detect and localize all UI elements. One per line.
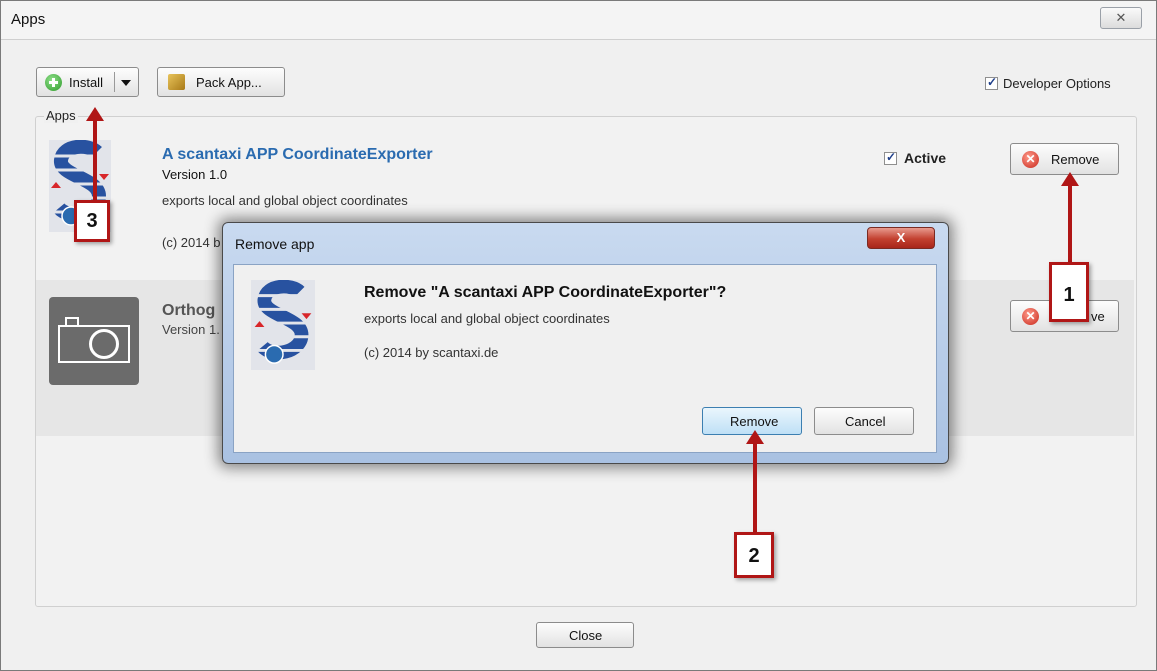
close-label: Close	[569, 628, 603, 643]
pack-app-button[interactable]: Pack App...	[157, 67, 285, 97]
app2-title[interactable]: Orthog	[162, 302, 215, 320]
split-divider	[114, 72, 115, 92]
remove-x-icon: ✕	[1022, 151, 1039, 168]
cancel-label: Cancel	[845, 414, 886, 429]
remove-app-dialog: Remove app X Remove "A scantaxi APP Coor…	[222, 222, 949, 464]
callout-3-arrow	[93, 120, 97, 200]
scantaxi-logo-icon	[251, 280, 315, 370]
app-copyright: (c) 2014 b	[162, 235, 221, 250]
window-close-button[interactable]: ✕	[1100, 7, 1142, 29]
app-description: exports local and global object coordina…	[162, 193, 408, 208]
window-title: Apps	[11, 11, 46, 28]
install-split-button[interactable]: Install	[36, 67, 139, 97]
remove-app-button[interactable]: ✕ Remove	[1010, 143, 1119, 175]
camera-lens-shape	[89, 329, 119, 359]
developer-options-label: Developer Options	[1003, 76, 1111, 91]
developer-options-check-icon[interactable]: ✓	[985, 75, 998, 90]
active-checkbox[interactable]: ✓	[884, 150, 897, 165]
callout-2-arrow	[753, 443, 757, 533]
dialog-copyright: (c) 2014 by scantaxi.de	[364, 345, 499, 360]
app-title[interactable]: A scantaxi APP CoordinateExporter	[162, 146, 433, 164]
callout-2-arrowhead	[746, 430, 764, 444]
title-bar: Apps ✕	[1, 1, 1156, 39]
plus-icon	[45, 74, 62, 91]
camera-icon	[49, 297, 139, 385]
remove-label: Remove	[1051, 152, 1100, 167]
active-label: Active	[904, 150, 947, 166]
dialog-description: exports local and global object coordina…	[364, 311, 610, 326]
callout-3-arrowhead	[86, 107, 104, 121]
camera-flash-shape	[65, 317, 79, 325]
confirm-remove-label: Remove	[730, 414, 779, 429]
apps-group-legend: Apps	[44, 108, 78, 123]
cancel-button[interactable]: Cancel	[814, 407, 914, 435]
package-icon	[168, 74, 185, 90]
callout-3: 3	[74, 200, 110, 242]
dropdown-arrow-icon[interactable]	[121, 80, 131, 86]
dialog-title: Remove app	[235, 236, 315, 252]
remove-x-icon: ✕	[1022, 308, 1039, 325]
callout-2: 2	[734, 532, 774, 578]
app-version: Version 1.0	[162, 167, 228, 182]
callout-1-arrow	[1068, 185, 1072, 262]
title-divider	[1, 39, 1156, 40]
remove2-label: ve	[1091, 309, 1105, 324]
close-button[interactable]: Close	[536, 622, 634, 648]
dialog-heading: Remove "A scantaxi APP CoordinateExporte…	[364, 284, 727, 301]
install-label: Install	[69, 75, 103, 90]
pack-app-label: Pack App...	[196, 75, 262, 90]
callout-1-arrowhead	[1061, 172, 1079, 186]
callout-1: 1	[1049, 262, 1089, 322]
dialog-close-icon[interactable]: X	[867, 227, 935, 249]
app2-version: Version 1.	[162, 322, 220, 337]
dialog-body: Remove "A scantaxi APP CoordinateExporte…	[233, 264, 937, 453]
